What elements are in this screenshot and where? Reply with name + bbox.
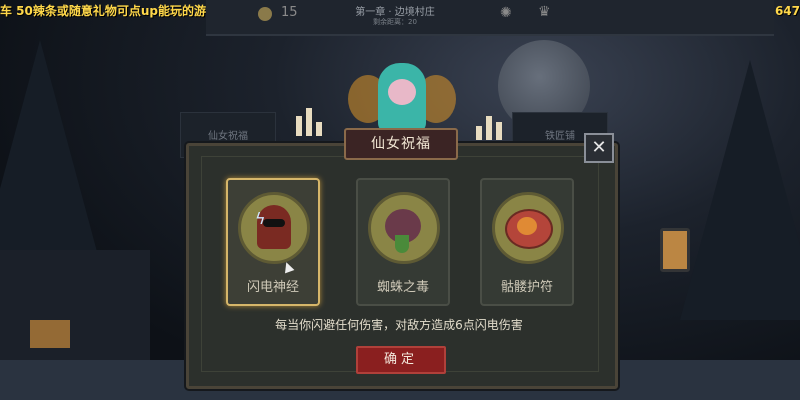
candles — [472, 110, 502, 140]
spider-venom-icon — [368, 192, 440, 264]
blessing-card-skull-amulet[interactable]: 骷髅护符 — [480, 178, 574, 306]
dialog-title: 仙女祝福 — [344, 128, 458, 160]
background-panel-label: 仙女祝福 — [208, 131, 248, 142]
chapter-subtitle: 剩余距离：20 — [373, 18, 417, 26]
blessing-card-spider-venom[interactable]: 蜘蛛之毒 — [356, 178, 450, 306]
skull-amulet-icon — [492, 192, 564, 264]
coin-count: 15 — [281, 5, 298, 20]
card-label: 骷髅护符 — [500, 280, 553, 295]
candles — [292, 106, 322, 136]
chapter-title: 第一章 · 边境村庄 — [355, 7, 435, 18]
close-button[interactable]: ✕ — [584, 133, 614, 163]
house-window — [30, 320, 70, 348]
street-lamp — [660, 228, 690, 272]
card-label: 蜘蛛之毒 — [376, 280, 429, 295]
blessing-description: 每当你闪避任何伤害，对敌方造成6点闪电伤害 — [275, 318, 523, 332]
settings-sun-icon[interactable]: ✺ — [500, 5, 512, 21]
close-icon: ✕ — [591, 137, 607, 158]
card-label: 闪电神经 — [246, 280, 299, 295]
crown-icon[interactable]: ♛ — [538, 4, 551, 20]
pine-tree — [680, 60, 800, 320]
coin-icon — [258, 7, 272, 21]
blessing-card-lightning-nerve[interactable]: ϟ 闪电神经 — [226, 178, 320, 306]
confirm-button[interactable]: 确定 — [356, 346, 446, 374]
lightning-hood-icon: ϟ — [238, 192, 310, 264]
